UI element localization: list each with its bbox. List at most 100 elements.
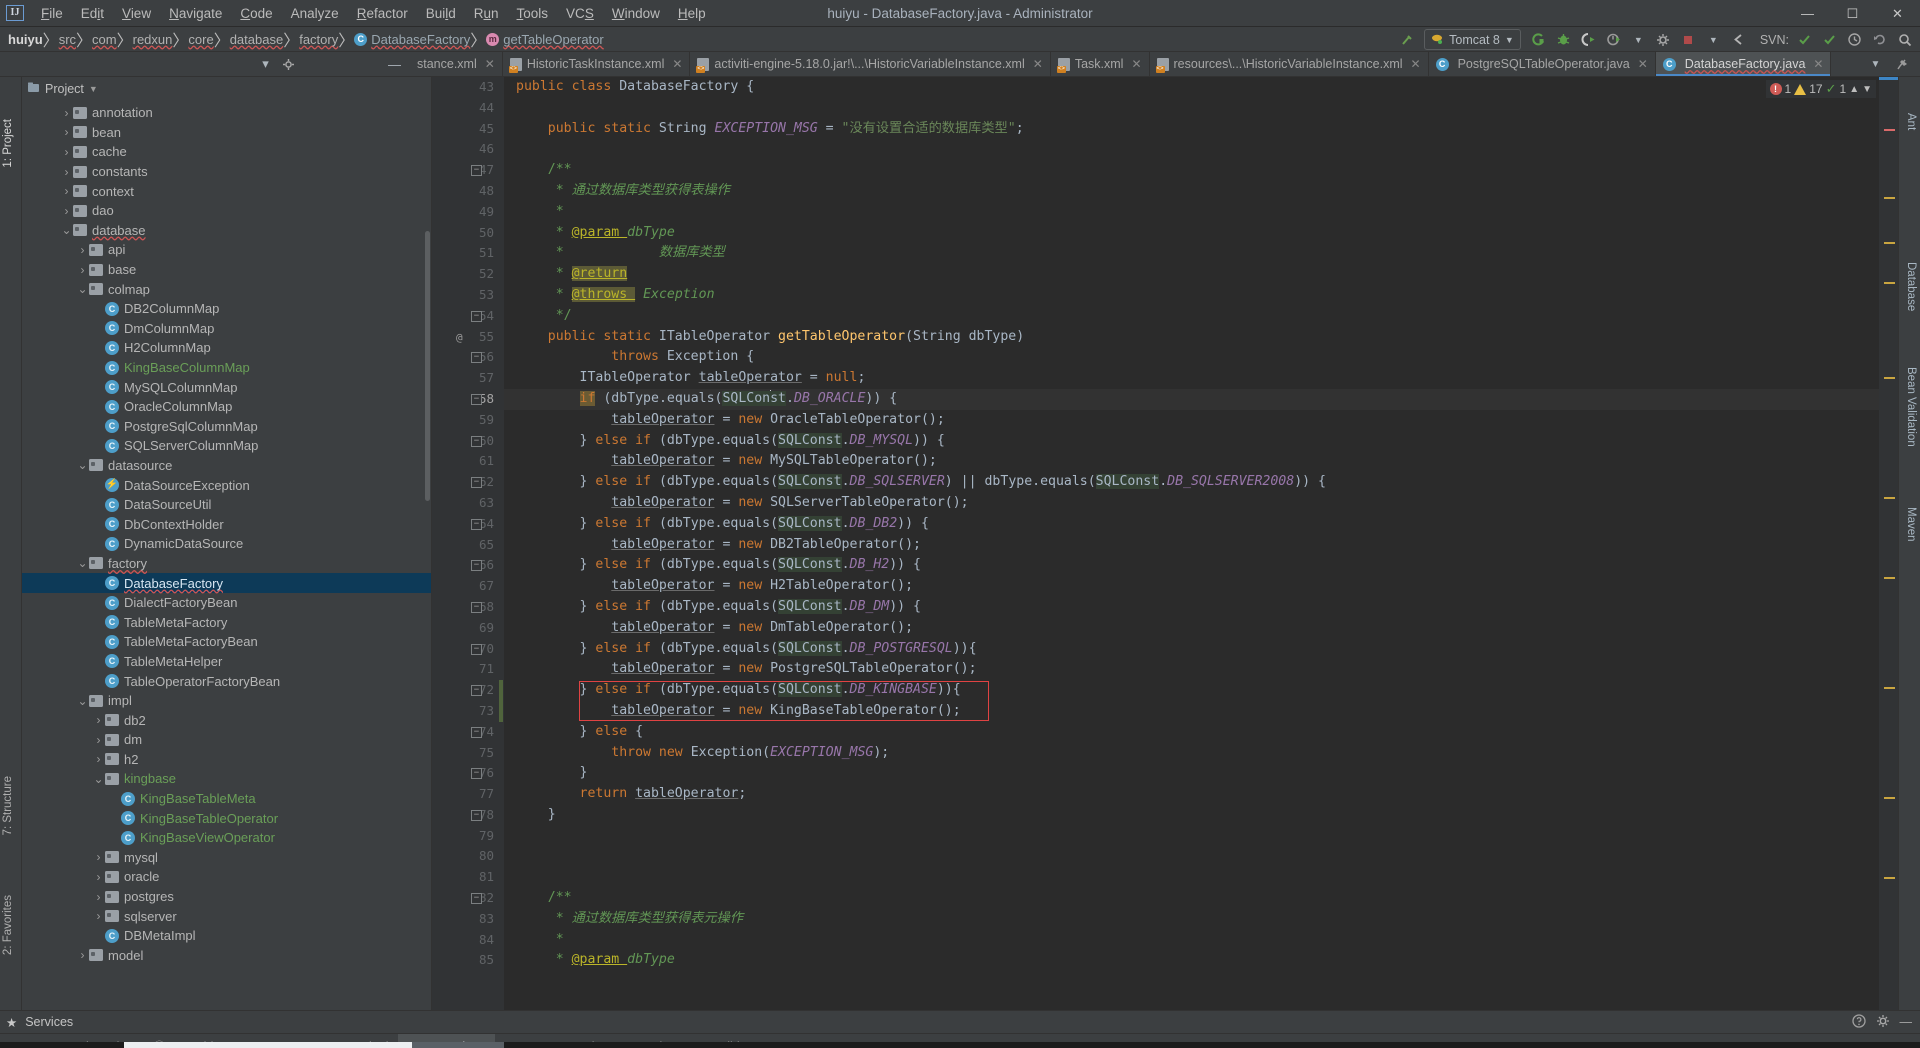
fold-marker-icon[interactable]: − [471, 310, 482, 322]
tab-list-chevron-icon[interactable]: ▼ [1864, 53, 1887, 75]
breadcrumb-item-com[interactable]: com [92, 32, 117, 47]
code-line-53[interactable]: * @throws Exception [504, 285, 1879, 306]
tool-tab-bean-validation[interactable]: Bean Validation [1905, 367, 1917, 447]
gutter-line-68[interactable]: 68 [432, 597, 504, 618]
chevron-down-icon[interactable]: ⌄ [76, 282, 89, 296]
tree-node-postgresqlcolumnmap[interactable]: C PostgreSqlColumnMap [22, 417, 431, 437]
editor-tab-2[interactable]: activiti-engine-5.18.0.jar!\...\Historic… [690, 52, 1051, 76]
menu-tools[interactable]: Tools [508, 3, 558, 24]
tree-node-mysql[interactable]: › mysql [22, 848, 431, 868]
code-line-44[interactable] [504, 98, 1879, 119]
stop-icon[interactable] [1677, 29, 1700, 51]
chevron-right-icon[interactable]: › [92, 733, 105, 747]
gutter-line-45[interactable]: 45 [432, 119, 504, 140]
code-line-66[interactable]: } else if (dbType.equals(SQLConst.DB_H2)… [504, 555, 1879, 576]
code-line-79[interactable] [504, 826, 1879, 847]
gutter-line-80[interactable]: 80 [432, 846, 504, 867]
tree-node-tablemetafactorybean[interactable]: C TableMetaFactoryBean [22, 632, 431, 652]
fold-marker-icon[interactable]: − [471, 810, 482, 821]
svn-history-icon[interactable] [1843, 29, 1866, 51]
inspection-mark-warn-3[interactable] [1884, 282, 1895, 284]
tool-tab-structure[interactable]: 7: Structure [2, 776, 14, 835]
code-line-85[interactable]: * @param dbType [504, 950, 1879, 971]
tree-node-datasourceutil[interactable]: C DataSourceUtil [22, 495, 431, 515]
inspection-summary[interactable]: ! 1 17 ✓ 1 ▲ ▼ [1765, 80, 1876, 98]
gutter-line-70[interactable]: 70 [432, 639, 504, 660]
fold-marker-icon[interactable]: − [471, 643, 482, 655]
close-button[interactable]: ✕ [1875, 0, 1920, 27]
gutter-line-82[interactable]: 82 [432, 888, 504, 909]
code-line-78[interactable]: } [504, 805, 1879, 826]
gutter-line-48[interactable]: 48 [432, 181, 504, 202]
code-line-43[interactable]: public class DatabaseFactory { [504, 77, 1879, 98]
code-line-61[interactable]: tableOperator = new MySQLTableOperator()… [504, 451, 1879, 472]
menu-run[interactable]: Run [465, 3, 508, 24]
chevron-right-icon[interactable]: › [92, 870, 105, 884]
close-tab-icon[interactable]: ✕ [1131, 57, 1141, 71]
tool-tab-favorites[interactable]: 2: Favorites [2, 895, 14, 955]
tool-tab-ant[interactable]: Ant [1905, 113, 1917, 130]
tree-node-kingbase[interactable]: ⌄ kingbase [22, 769, 431, 789]
code-line-54[interactable]: */ [504, 306, 1879, 327]
gutter-line-51[interactable]: 51 [432, 243, 504, 264]
services-settings-icon[interactable] [1876, 1014, 1890, 1031]
tree-node-mysqlcolumnmap[interactable]: C MySQLColumnMap [22, 377, 431, 397]
menu-build[interactable]: Build [417, 3, 465, 24]
code-line-51[interactable]: * 数据库类型 [504, 243, 1879, 264]
gutter-line-63[interactable]: 63 [432, 493, 504, 514]
code-line-48[interactable]: * 通过数据库类型获得表操作 [504, 181, 1879, 202]
tree-node-dbmetaimpl[interactable]: C DBMetaImpl [22, 926, 431, 946]
gutter-line-54[interactable]: 54 [432, 306, 504, 327]
breadcrumb-item-databasefactory[interactable]: C DatabaseFactory [354, 32, 470, 47]
code-line-59[interactable]: tableOperator = new OracleTableOperator(… [504, 410, 1879, 431]
fold-marker-icon[interactable]: − [471, 768, 482, 780]
chevron-right-icon[interactable]: › [92, 850, 105, 864]
minimize-button[interactable]: — [1785, 0, 1830, 27]
code-line-50[interactable]: * @param dbType [504, 223, 1879, 244]
run-with-coverage-icon[interactable] [1577, 29, 1600, 51]
gutter-line-58[interactable]: 58 [432, 389, 504, 410]
fold-marker-icon[interactable]: − [471, 477, 482, 489]
gutter-line-66[interactable]: 66 [432, 555, 504, 576]
menu-navigate[interactable]: Navigate [160, 3, 231, 24]
editor-tab-1[interactable]: HistoricTaskInstance.xml ✕ [502, 52, 691, 76]
inspection-scrollbar[interactable] [1879, 77, 1898, 1010]
chevron-right-icon[interactable]: › [76, 263, 89, 277]
code-editor[interactable]: 43 44 45 46−47 48 49 50 51 52 53−54 @55−56 57−58 59−… [432, 77, 1898, 1010]
editor-tab-3[interactable]: Task.xml ✕ [1050, 52, 1150, 76]
tree-node-dao[interactable]: › dao [22, 201, 431, 221]
taskbar-window-2[interactable] [412, 1042, 504, 1048]
fold-marker-icon[interactable]: − [471, 165, 482, 177]
tree-node-kingbaseviewoperator[interactable]: C KingBaseViewOperator [22, 828, 431, 848]
chevron-down-icon-2[interactable]: ▼ [1702, 29, 1725, 51]
chevron-down-icon[interactable]: ⌄ [60, 223, 73, 237]
breadcrumb-item-gettableoperator[interactable]: m getTableOperator [486, 32, 604, 47]
menu-analyze[interactable]: Analyze [282, 3, 348, 24]
chevron-down-icon[interactable]: ▼ [89, 84, 98, 94]
breadcrumb-item-database[interactable]: database [230, 32, 284, 47]
vcs-change-marker[interactable] [499, 680, 503, 722]
gutter-line-50[interactable]: 50 [432, 223, 504, 244]
next-problem-icon[interactable]: ▼ [1862, 84, 1872, 95]
gutter-line-43[interactable]: 43 [432, 77, 504, 98]
tree-node-database[interactable]: ⌄ database [22, 221, 431, 241]
code-line-84[interactable]: * [504, 930, 1879, 951]
editor-gutter[interactable]: 43 44 45 46−47 48 49 50 51 52 53−54 @55−56 57−58 59−… [432, 77, 504, 1010]
gutter-line-65[interactable]: 65 [432, 535, 504, 556]
gutter-line-74[interactable]: 74 [432, 722, 504, 743]
close-tab-icon[interactable]: ✕ [1411, 57, 1421, 71]
gutter-line-46[interactable]: 46 [432, 139, 504, 160]
chevron-right-icon[interactable]: › [76, 243, 89, 257]
gutter-line-56[interactable]: 56 [432, 347, 504, 368]
code-line-45[interactable]: public static String EXCEPTION_MSG = "没有… [504, 119, 1879, 140]
fold-marker-icon[interactable]: − [471, 893, 482, 905]
inspection-mark-warn-2[interactable] [1884, 242, 1895, 244]
breadcrumb-item-src[interactable]: src [59, 32, 76, 47]
code-line-47[interactable]: /** [504, 160, 1879, 181]
services-hide-icon[interactable]: — [1900, 1015, 1913, 1029]
tree-node-kingbasetablemeta[interactable]: C KingBaseTableMeta [22, 789, 431, 809]
gutter-line-75[interactable]: 75 [432, 743, 504, 764]
fold-marker-icon[interactable]: − [471, 602, 482, 613]
gutter-line-52[interactable]: 52 [432, 264, 504, 285]
tree-node-bean[interactable]: › bean [22, 123, 431, 143]
